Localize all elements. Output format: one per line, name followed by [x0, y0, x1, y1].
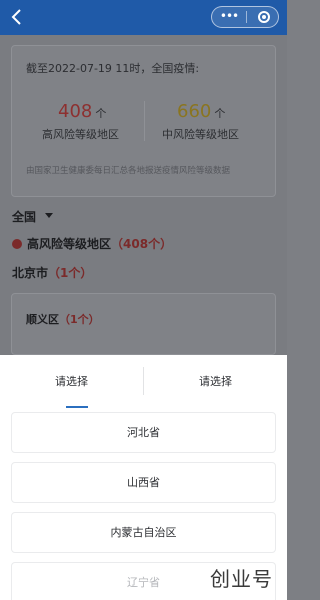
tab-province[interactable]: 请选择: [0, 355, 143, 408]
high-risk-section-title: 高风险等级地区（408个）: [27, 235, 172, 252]
province-option-hebei[interactable]: 河北省: [11, 412, 276, 453]
capsule-divider: [246, 11, 247, 23]
mid-risk-label: 中风险等级地区: [162, 128, 239, 141]
city-count: （1个）: [48, 266, 93, 280]
caret-down-icon[interactable]: [45, 213, 53, 218]
district-heading: 顺义区（1个）: [26, 311, 100, 327]
active-tab-indicator: [66, 406, 88, 408]
mid-risk-unit: 个: [214, 107, 226, 120]
more-options-button[interactable]: •••: [212, 7, 246, 27]
close-target-icon[interactable]: [258, 11, 270, 23]
tab-city[interactable]: 请选择: [144, 355, 287, 408]
picker-tabs: 请选择 请选择: [0, 355, 287, 408]
high-risk-unit: 个: [95, 107, 107, 120]
province-option-inner-mongolia[interactable]: 内蒙古自治区: [11, 512, 276, 553]
high-risk-section-count: （408个）: [111, 237, 173, 251]
high-risk-dot-icon: [12, 239, 22, 249]
high-risk-count-value: 408: [58, 101, 93, 122]
city-heading: 北京市（1个）: [12, 264, 92, 281]
stats-divider: [144, 101, 145, 141]
data-source-note: 由国家卫生健康委每日汇总各地报送疫情风险等级数据: [26, 166, 231, 176]
top-nav-bar: •••: [0, 0, 287, 35]
region-selector[interactable]: 全国: [12, 208, 36, 225]
high-risk-section-label: 高风险等级地区: [27, 237, 112, 251]
mini-program-capsule: •••: [211, 6, 279, 28]
district-count: （1个）: [59, 313, 100, 326]
high-risk-label: 高风险等级地区: [42, 128, 119, 141]
stats-title: 截至2022-07-19 11时，全国疫情:: [26, 62, 200, 75]
district-name: 顺义区: [26, 313, 59, 326]
high-risk-count: 408 个: [58, 101, 106, 122]
province-option-shanxi[interactable]: 山西省: [11, 462, 276, 503]
district-card[interactable]: 顺义区（1个）: [11, 293, 276, 355]
national-stats-card: 截至2022-07-19 11时，全国疫情: 408 个 660 个 高风险等级地区…: [11, 45, 276, 197]
background-page: 截至2022-07-19 11时，全国疫情: 408 个 660 个 高风险等级地区…: [0, 35, 287, 355]
watermark-text: 创业号: [210, 567, 273, 591]
city-name: 北京市: [12, 266, 49, 280]
mid-risk-count-value: 660: [177, 101, 212, 122]
back-arrow-icon[interactable]: [6, 6, 28, 28]
mid-risk-count: 660 个: [177, 101, 225, 122]
